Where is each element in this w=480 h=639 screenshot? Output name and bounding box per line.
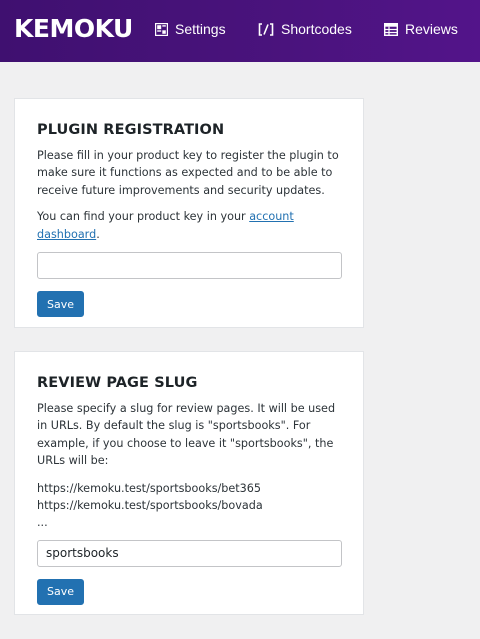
slug-example-urls: https://kemoku.test/sportsbooks/bet365 h… bbox=[37, 480, 341, 531]
shortcode-brackets-icon bbox=[258, 22, 274, 36]
nav-reviews-label: Reviews bbox=[405, 21, 458, 37]
slug-title: REVIEW PAGE SLUG bbox=[37, 375, 198, 391]
brand-logo[interactable]: KEMOKU bbox=[14, 14, 133, 43]
top-nav-bar: KEMOKU Settings Shortcodes Reviews bbox=[0, 0, 480, 62]
registration-title: PLUGIN REGISTRATION bbox=[37, 122, 225, 138]
example-url: https://kemoku.test/sportsbooks/bet365 bbox=[37, 481, 262, 495]
registration-description: Please fill in your product key to regis… bbox=[37, 149, 339, 197]
slug-input[interactable] bbox=[37, 539, 342, 567]
registration-hint-suffix: . bbox=[96, 227, 100, 241]
plugin-registration-card: PLUGIN REGISTRATION Please fill in your … bbox=[14, 98, 364, 328]
nav-settings[interactable]: Settings bbox=[155, 19, 226, 39]
settings-grid-icon bbox=[155, 22, 168, 36]
example-url: https://kemoku.test/sportsbooks/bovada bbox=[37, 498, 263, 512]
nav-shortcodes[interactable]: Shortcodes bbox=[258, 19, 352, 39]
registration-hint-text: You can find your product key in your bbox=[37, 210, 250, 224]
slug-save-button[interactable]: Save bbox=[37, 578, 85, 605]
reviews-table-icon bbox=[384, 22, 398, 36]
review-page-slug-card: REVIEW PAGE SLUG Please specify a slug f… bbox=[14, 351, 364, 615]
example-url-ellipsis: ... bbox=[37, 515, 48, 529]
registration-hint: You can find your product key in your ac… bbox=[37, 208, 341, 243]
slug-description: Please specify a slug for review pages. … bbox=[37, 402, 336, 468]
registration-save-button[interactable]: Save bbox=[37, 291, 85, 318]
nav-settings-label: Settings bbox=[175, 21, 226, 37]
product-key-input[interactable] bbox=[37, 252, 342, 280]
nav-shortcodes-label: Shortcodes bbox=[281, 21, 352, 37]
nav-reviews[interactable]: Reviews bbox=[384, 19, 458, 39]
